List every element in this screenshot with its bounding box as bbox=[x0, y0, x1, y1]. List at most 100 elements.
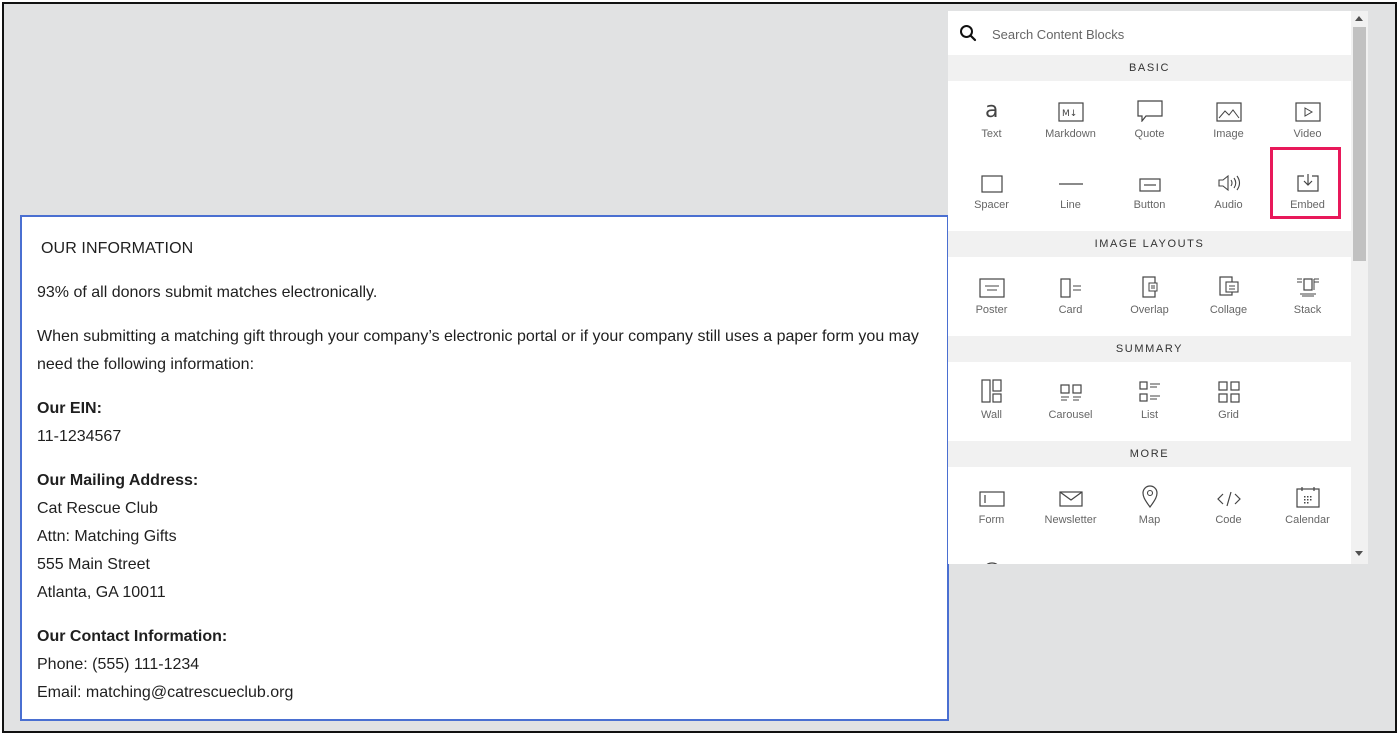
section-header-summary: SUMMARY bbox=[948, 336, 1351, 362]
block-list[interactable]: List bbox=[1110, 367, 1189, 437]
panel-scrollbar[interactable] bbox=[1351, 11, 1368, 564]
block-overlap[interactable]: Overlap bbox=[1110, 262, 1189, 332]
mailing-line: Attn: Matching Gifts bbox=[37, 528, 177, 545]
block-calendar[interactable]: Calendar bbox=[1268, 472, 1347, 542]
block-image[interactable]: Image bbox=[1189, 86, 1268, 156]
block-map[interactable]: Map bbox=[1110, 472, 1189, 542]
section-more: Form Newsletter Map Code Calendar bbox=[948, 467, 1351, 564]
search-input[interactable] bbox=[992, 24, 1292, 42]
scroll-thumb[interactable] bbox=[1353, 27, 1366, 261]
block-audio[interactable]: Audio bbox=[1189, 157, 1268, 227]
content-blocks-panel: BASIC a Text M↓ Markdown Quote Image Vid… bbox=[948, 11, 1368, 564]
block-label: Spacer bbox=[974, 199, 1009, 211]
wall-icon bbox=[952, 367, 1031, 407]
block-card[interactable]: Card bbox=[1031, 262, 1110, 332]
text-icon: a bbox=[952, 86, 1031, 126]
block-embed[interactable]: Embed bbox=[1268, 147, 1347, 227]
section-header-more: MORE bbox=[948, 441, 1351, 467]
search-bar bbox=[948, 11, 1351, 55]
section-image-layouts: Poster Card Overlap Collage Stack bbox=[948, 257, 1351, 336]
block-poster[interactable]: Poster bbox=[952, 262, 1031, 332]
block-collage[interactable]: Collage bbox=[1189, 262, 1268, 332]
markdown-icon: M↓ bbox=[1031, 86, 1110, 126]
block-spacer[interactable]: Spacer bbox=[952, 157, 1031, 227]
image-icon bbox=[1189, 86, 1268, 126]
block-wall[interactable]: Wall bbox=[952, 367, 1031, 437]
block-partial[interactable] bbox=[1031, 547, 1110, 564]
mailing-line: Cat Rescue Club bbox=[37, 500, 158, 517]
contact-group: Our Contact Information: Phone: (555) 11… bbox=[37, 623, 931, 707]
block-label: Quote bbox=[1134, 128, 1165, 140]
block-line[interactable]: Line bbox=[1031, 157, 1110, 227]
mailing-line: 555 Main Street bbox=[37, 556, 150, 573]
block-form[interactable]: Form bbox=[952, 472, 1031, 542]
search-icon bbox=[959, 24, 977, 42]
block-label: Embed bbox=[1290, 199, 1325, 211]
card-icon bbox=[1031, 262, 1110, 302]
block-label: Line bbox=[1060, 199, 1081, 211]
video-icon bbox=[1268, 86, 1347, 126]
info-text-block[interactable]: OUR INFORMATION 93% of all donors submit… bbox=[20, 215, 949, 721]
block-label: Audio bbox=[1214, 199, 1243, 211]
block-carousel[interactable]: Carousel bbox=[1031, 367, 1110, 437]
block-partial[interactable] bbox=[1189, 547, 1268, 564]
block-code[interactable]: Code bbox=[1189, 472, 1268, 542]
block-label: Video bbox=[1293, 128, 1322, 140]
scroll-up-icon[interactable] bbox=[1355, 16, 1363, 21]
block-button[interactable]: Button bbox=[1110, 157, 1189, 227]
section-basic: a Text M↓ Markdown Quote Image Video Spa… bbox=[948, 81, 1351, 231]
block-newsletter[interactable]: Newsletter bbox=[1031, 472, 1110, 542]
block-quote[interactable]: Quote bbox=[1110, 86, 1189, 156]
svg-text:M↓: M↓ bbox=[1062, 109, 1077, 119]
block-label: Wall bbox=[981, 409, 1002, 421]
section-summary: Wall Carousel List Grid bbox=[948, 362, 1351, 441]
info-paragraph: When submitting a matching gift through … bbox=[37, 328, 919, 373]
info-intro: 93% of all donors submit matches electro… bbox=[37, 284, 378, 301]
envelope-icon bbox=[1031, 472, 1110, 512]
chart-icon bbox=[1110, 547, 1189, 564]
block-label: Calendar bbox=[1285, 514, 1330, 526]
block-grid[interactable]: Grid bbox=[1189, 367, 1268, 437]
block-partial[interactable] bbox=[952, 547, 1031, 564]
collage-icon bbox=[1189, 262, 1268, 302]
block-partial[interactable] bbox=[1110, 547, 1189, 564]
button-icon bbox=[1110, 157, 1189, 197]
code-icon bbox=[1189, 472, 1268, 512]
stack-icon bbox=[1268, 262, 1347, 302]
block-stack[interactable]: Stack bbox=[1268, 262, 1347, 332]
block-label: Image bbox=[1213, 128, 1244, 140]
audio-icon bbox=[1189, 157, 1268, 197]
block-label: Markdown bbox=[1045, 128, 1096, 140]
svg-text:a: a bbox=[985, 98, 998, 122]
ein-label: Our EIN: bbox=[37, 400, 102, 417]
grid-icon bbox=[1189, 367, 1268, 407]
people-icon bbox=[1031, 547, 1110, 564]
block-label: Code bbox=[1215, 514, 1242, 526]
section-header-basic: BASIC bbox=[948, 55, 1351, 81]
block-label: Card bbox=[1058, 304, 1083, 316]
block-label: Overlap bbox=[1130, 304, 1169, 316]
map-pin-icon bbox=[1110, 472, 1189, 512]
list-icon bbox=[1110, 367, 1189, 407]
block-text[interactable]: a Text bbox=[952, 86, 1031, 156]
mailing-group: Our Mailing Address: Cat Rescue Club Att… bbox=[37, 467, 931, 607]
block-label: Newsletter bbox=[1044, 514, 1097, 526]
block-label: Form bbox=[978, 514, 1005, 526]
block-label: Map bbox=[1138, 514, 1161, 526]
poster-icon bbox=[952, 262, 1031, 302]
ein-group: Our EIN: 11-1234567 bbox=[37, 395, 931, 451]
block-label: Stack bbox=[1293, 304, 1322, 316]
spacer-icon bbox=[952, 157, 1031, 197]
block-markdown[interactable]: M↓ Markdown bbox=[1031, 86, 1110, 156]
block-label: Button bbox=[1133, 199, 1166, 211]
block-label: List bbox=[1140, 409, 1159, 421]
embed-icon bbox=[1268, 157, 1347, 197]
section-header-image-layouts: IMAGE LAYOUTS bbox=[948, 231, 1351, 257]
block-label: Carousel bbox=[1048, 409, 1093, 421]
mailing-label: Our Mailing Address: bbox=[37, 472, 199, 489]
contact-label: Our Contact Information: bbox=[37, 628, 228, 645]
scroll-down-icon[interactable] bbox=[1355, 551, 1363, 556]
block-video[interactable]: Video bbox=[1268, 86, 1347, 156]
person-icon bbox=[1189, 547, 1268, 564]
calendar-icon bbox=[1268, 472, 1347, 512]
